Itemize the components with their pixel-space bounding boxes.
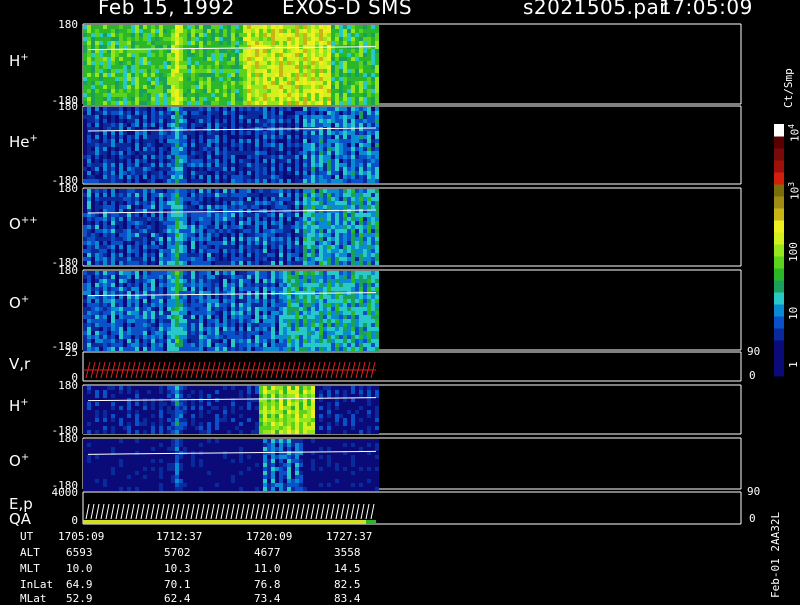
y-tick-top: 180: [44, 100, 78, 113]
colorbar-swatch: [774, 232, 784, 245]
y-tick-top: 180: [44, 379, 78, 392]
panel-label-1: He+: [9, 133, 38, 151]
panel-label-qa: QA: [9, 510, 31, 528]
colorbar-tick-label: 10: [787, 307, 800, 320]
ephemeris-value: 1720:09: [246, 530, 292, 543]
qa-flag-end: [366, 520, 376, 524]
ephemeris-value: 1705:09: [58, 530, 104, 543]
colorbar-swatch: [774, 352, 784, 365]
panel-label-5: H+: [9, 397, 29, 415]
right-tick-top: 90: [747, 345, 760, 358]
colorbar-swatch: [774, 364, 784, 377]
spectrogram-panel-0: [83, 25, 379, 105]
y-tick-top: 180: [44, 182, 78, 195]
spectrogram-panel-1: [83, 107, 379, 183]
ephemeris-label: ALT: [20, 546, 40, 559]
ephemeris-value: 11.0: [254, 562, 281, 575]
y-tick-top: 4000: [44, 486, 78, 499]
panel-label-4: V,r: [9, 355, 30, 373]
colorbar-swatch: [774, 304, 784, 317]
colorbar-swatch: [774, 184, 784, 197]
ephemeris-value: 82.5: [334, 578, 361, 591]
ephemeris-value: 6593: [66, 546, 93, 559]
colorbar-swatch: [774, 292, 784, 305]
panel-label-6: O+: [9, 452, 29, 470]
spectrogram-panel-3: [83, 271, 379, 351]
spectrogram-panel-2: [83, 189, 379, 265]
ephemeris-value: 1727:37: [326, 530, 372, 543]
ephemeris-value: 3558: [334, 546, 361, 559]
colorbar-tick-label: 103: [787, 182, 800, 200]
header-file: s2021505.par: [523, 0, 668, 19]
y-tick-top: 180: [44, 18, 78, 31]
ephemeris-value: 1712:37: [156, 530, 202, 543]
colorbar-tick-label: 1: [787, 361, 800, 368]
colorbar-unit: Ct/Smp: [782, 68, 795, 108]
ephemeris-value: 52.9: [66, 592, 93, 605]
right-tick-top: 90: [747, 485, 760, 498]
right-tick-bottom: 0: [749, 512, 756, 525]
y-tick-bottom: 0: [44, 514, 78, 527]
header-instrument: EXOS-D SMS: [282, 0, 412, 19]
ephemeris-label: UT: [20, 530, 33, 543]
y-tick-top: 180: [44, 432, 78, 445]
header-time: 17:05:09: [659, 0, 753, 19]
ephemeris-value: 70.1: [164, 578, 191, 591]
spectrogram-panel-5: [83, 386, 379, 434]
ephemeris-value: 64.9: [66, 578, 93, 591]
ephemeris-value: 62.4: [164, 592, 191, 605]
colorbar-swatch: [774, 172, 784, 185]
qa-flag-bar: [83, 520, 366, 524]
colorbar-swatch: [774, 256, 784, 269]
panel-label-2: O++: [9, 215, 38, 233]
ephemeris-value: 76.8: [254, 578, 281, 591]
ephemeris-label: MLat: [20, 592, 47, 605]
header-date: Feb 15, 1992: [98, 0, 235, 19]
y-tick-top: 180: [44, 264, 78, 277]
colorbar-swatch: [774, 268, 784, 281]
footer-code: Feb-01 2AA32L: [769, 512, 782, 598]
spectrogram-figure: Feb 15, 1992 EXOS-D SMS s2021505.par 17:…: [0, 0, 800, 600]
colorbar-swatch: [774, 244, 784, 257]
colorbar-swatch: [774, 196, 784, 209]
ephemeris-value: 5702: [164, 546, 191, 559]
colorbar-tick-label: 100: [787, 242, 800, 262]
colorbar-swatch: [774, 136, 784, 149]
ephemeris-value: 4677: [254, 546, 281, 559]
colorbar-swatch: [774, 316, 784, 329]
ephemeris-value: 10.0: [66, 562, 93, 575]
ephemeris-label: InLat: [20, 578, 53, 591]
y-tick-top: 25: [44, 346, 78, 359]
colorbar-swatch: [774, 328, 784, 341]
colorbar-swatch: [774, 280, 784, 293]
ephemeris-value: 83.4: [334, 592, 361, 605]
colorbar-swatch: [774, 160, 784, 173]
energy-sawtooth: [86, 504, 374, 519]
ephemeris-value: 10.3: [164, 562, 191, 575]
ephemeris-label: MLT: [20, 562, 40, 575]
panel-label-3: O+: [9, 294, 29, 312]
ephemeris-value: 14.5: [334, 562, 361, 575]
colorbar-swatch: [774, 208, 784, 221]
ephemeris-value: 73.4: [254, 592, 281, 605]
spectrogram-panel-6: [83, 439, 379, 491]
colorbar-swatch: [774, 220, 784, 233]
spectrogram-plot: [0, 0, 800, 600]
colorbar-tick-label: 104: [787, 124, 800, 142]
right-tick-bottom: 0: [749, 369, 756, 382]
colorbar-swatch: [774, 340, 784, 353]
colorbar-swatch: [774, 148, 784, 161]
colorbar-swatch: [774, 124, 784, 137]
panel-label-0: H+: [9, 52, 29, 70]
